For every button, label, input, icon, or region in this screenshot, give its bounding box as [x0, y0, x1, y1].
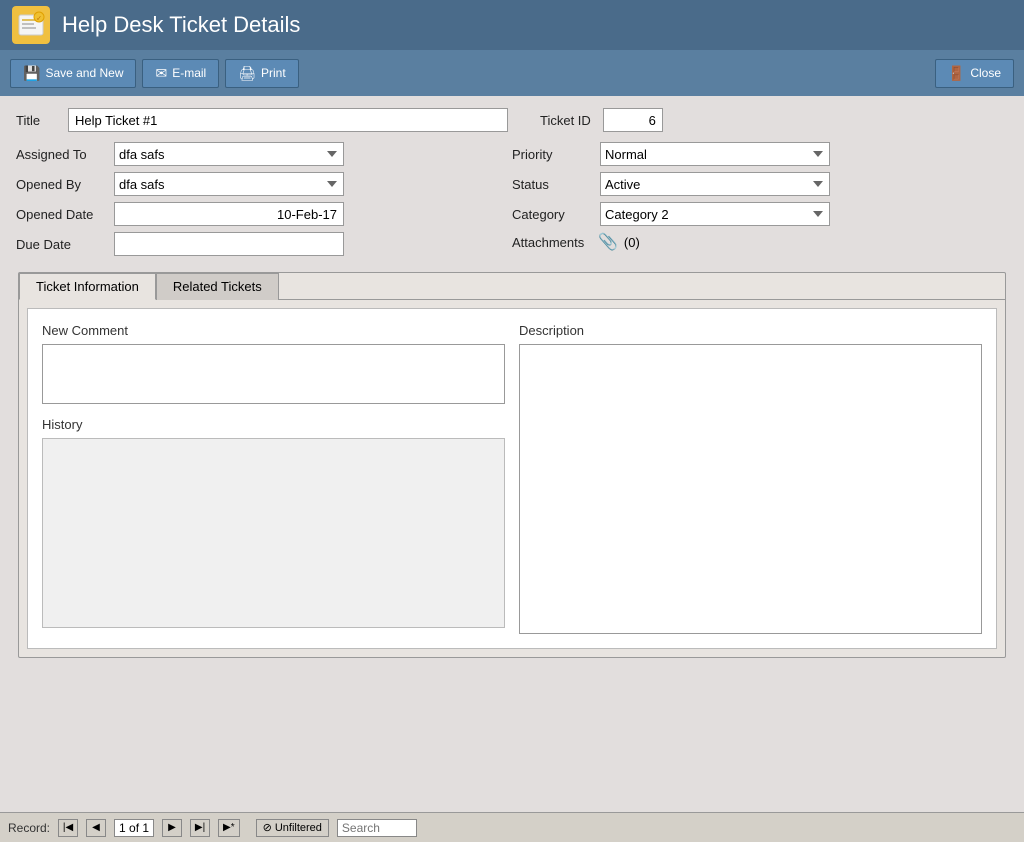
title-label: Title	[16, 113, 56, 128]
filter-label: Unfiltered	[275, 822, 322, 834]
title-input[interactable]	[68, 108, 508, 132]
nav-prev-button[interactable]: ◀	[86, 819, 106, 837]
email-icon: ✉	[155, 65, 167, 82]
priority-label: Priority	[512, 147, 592, 162]
save-and-new-button[interactable]: 💾 Save and New	[10, 59, 136, 88]
assigned-to-label: Assigned To	[16, 147, 106, 162]
print-button[interactable]: 🖨 Print	[225, 59, 298, 88]
status-bar: Record: |◀ ◀ ▶ ▶| ▶* ⊘ Unfiltered	[0, 812, 1024, 842]
assigned-to-select[interactable]: dfa safs	[114, 142, 344, 166]
tab-right-panel: Description	[519, 323, 982, 634]
close-label: Close	[970, 66, 1001, 80]
tab-ticket-information[interactable]: Ticket Information	[19, 273, 156, 300]
priority-row: Priority Normal	[512, 142, 1008, 166]
toolbar: 💾 Save and New ✉ E-mail 🖨 Print 🚪 Close	[0, 50, 1024, 96]
form-right: Priority Normal Status Active Category C…	[512, 142, 1008, 256]
category-row: Category Category 2	[512, 202, 1008, 226]
attachment-icon: 📎	[598, 232, 618, 252]
status-row: Status Active	[512, 172, 1008, 196]
email-label: E-mail	[172, 66, 206, 80]
assigned-to-row: Assigned To dfa safs	[16, 142, 512, 166]
nav-new-button[interactable]: ▶*	[218, 819, 240, 837]
app-header: ✓ Help Desk Ticket Details	[0, 0, 1024, 50]
search-input[interactable]	[337, 819, 417, 837]
attachments-label: Attachments	[512, 235, 592, 250]
svg-text:✓: ✓	[36, 16, 42, 23]
ticket-id-label: Ticket ID	[540, 113, 591, 128]
due-date-label: Due Date	[16, 237, 106, 252]
nav-last-button[interactable]: ▶|	[190, 819, 210, 837]
opened-by-select[interactable]: dfa safs	[114, 172, 344, 196]
opened-date-label: Opened Date	[16, 207, 106, 222]
new-comment-textarea[interactable]	[42, 344, 505, 404]
record-label: Record:	[8, 821, 50, 835]
tab-header: Ticket Information Related Tickets	[19, 273, 1005, 300]
history-display	[42, 438, 505, 628]
save-new-label: Save and New	[45, 66, 123, 80]
page-body: Title Ticket ID Assigned To dfa safs Ope…	[0, 96, 1024, 842]
toolbar-left: 💾 Save and New ✉ E-mail 🖨 Print	[10, 59, 299, 88]
tab-section: Ticket Information Related Tickets New C…	[18, 272, 1006, 658]
category-label: Category	[512, 207, 592, 222]
category-select[interactable]: Category 2	[600, 202, 830, 226]
app-title: Help Desk Ticket Details	[62, 12, 300, 38]
nav-first-button[interactable]: |◀	[58, 819, 78, 837]
attachments-value: (0)	[624, 235, 640, 250]
form-section: Assigned To dfa safs Opened By dfa safs …	[16, 142, 1008, 256]
form-left: Assigned To dfa safs Opened By dfa safs …	[16, 142, 512, 256]
tab-content-ticket-info: New Comment History Description	[27, 308, 997, 649]
due-date-input[interactable]	[114, 232, 344, 256]
new-comment-label: New Comment	[42, 323, 505, 338]
tab-related-tickets[interactable]: Related Tickets	[156, 273, 279, 300]
email-button[interactable]: ✉ E-mail	[142, 59, 219, 88]
priority-select[interactable]: Normal	[600, 142, 830, 166]
title-row: Title Ticket ID	[16, 108, 1008, 132]
description-textarea[interactable]	[519, 344, 982, 634]
description-label: Description	[519, 323, 982, 338]
opened-date-row: Opened Date	[16, 202, 512, 226]
new-comment-section: New Comment	[42, 323, 505, 407]
close-button[interactable]: 🚪 Close	[935, 59, 1014, 88]
filter-button[interactable]: ⊘ Unfiltered	[256, 819, 329, 837]
save-new-icon: 💾	[23, 65, 40, 82]
ticket-id-input[interactable]	[603, 108, 663, 132]
print-icon: 🖨	[238, 65, 256, 82]
app-window: ✓ Help Desk Ticket Details 💾 Save and Ne…	[0, 0, 1024, 842]
status-label: Status	[512, 177, 592, 192]
history-label: History	[42, 417, 505, 432]
app-icon: ✓	[12, 6, 50, 44]
due-date-row: Due Date	[16, 232, 512, 256]
filter-icon: ⊘	[263, 821, 272, 834]
status-select[interactable]: Active	[600, 172, 830, 196]
nav-next-button[interactable]: ▶	[162, 819, 182, 837]
close-icon: 🚪	[948, 65, 965, 82]
print-label: Print	[261, 66, 286, 80]
opened-by-label: Opened By	[16, 177, 106, 192]
opened-by-row: Opened By dfa safs	[16, 172, 512, 196]
tab-left-panel: New Comment History	[42, 323, 505, 634]
page-input[interactable]	[114, 819, 154, 837]
toolbar-right: 🚪 Close	[935, 59, 1014, 88]
opened-date-input[interactable]	[114, 202, 344, 226]
history-section: History	[42, 417, 505, 628]
attachments-row: Attachments 📎 (0)	[512, 232, 1008, 252]
